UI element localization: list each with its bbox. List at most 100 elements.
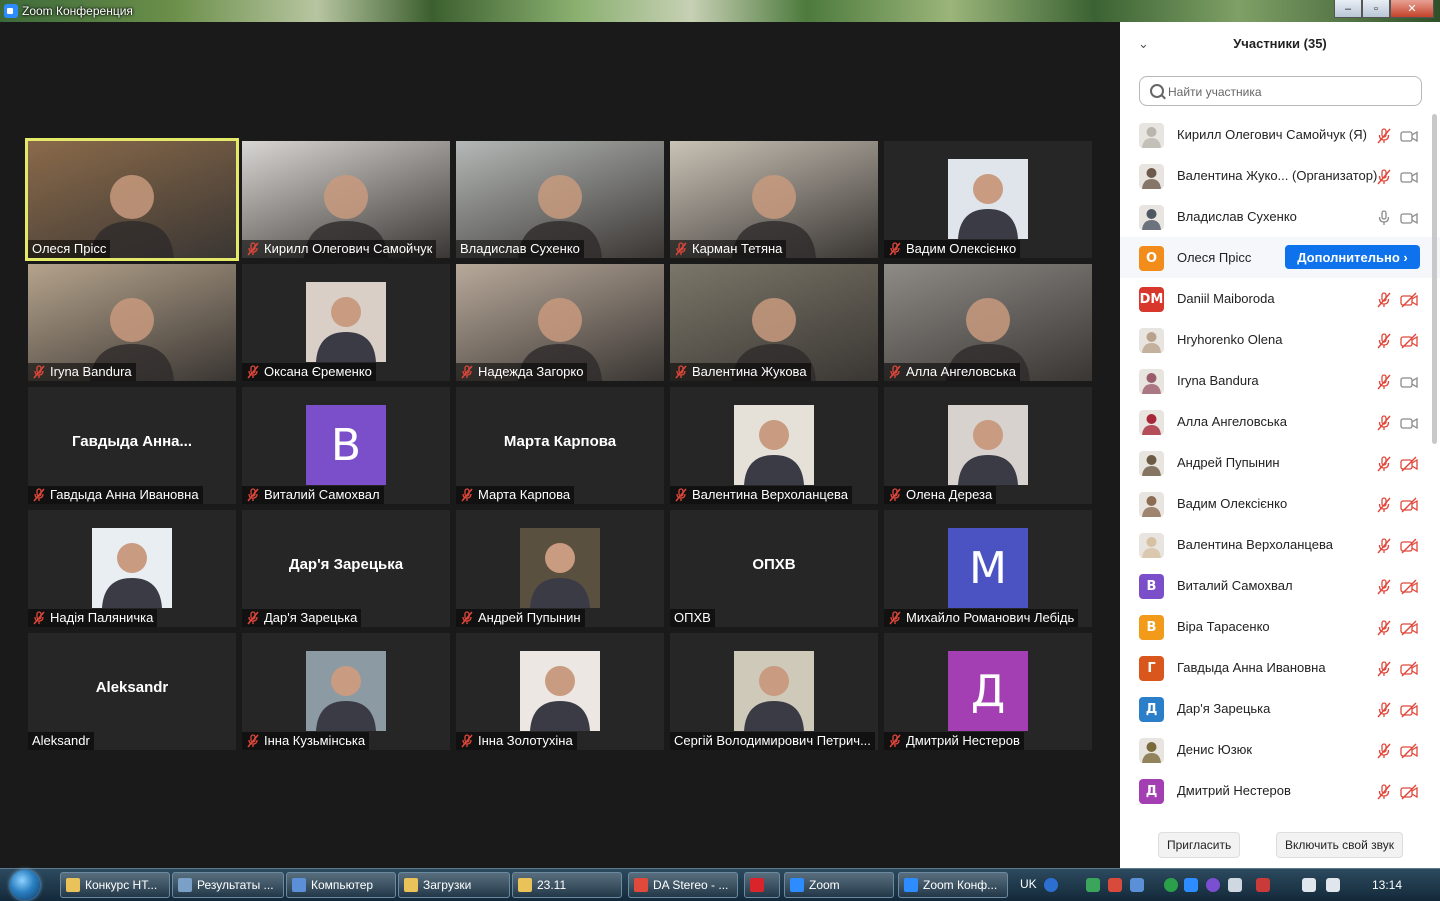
video-tile[interactable]: Вадим Олексієнко <box>884 141 1092 258</box>
video-tile[interactable]: Валентина Жукова <box>670 264 878 381</box>
participant-row[interactable]: Валентина Жуко... (Организатор) <box>1120 155 1440 196</box>
help-icon[interactable] <box>1044 878 1058 892</box>
video-tile[interactable]: Д Дмитрий Нестеров <box>884 633 1092 750</box>
network-icon[interactable] <box>1130 878 1144 892</box>
participant-row[interactable]: Д Дмитрий Нестеров <box>1120 770 1440 811</box>
muted-mic-icon[interactable] <box>1376 784 1392 800</box>
video-tile[interactable]: В Виталий Самохвал <box>242 387 450 504</box>
taskbar-item[interactable]: Zoom Конф... <box>898 872 1008 898</box>
search-input[interactable] <box>1166 81 1410 103</box>
camera-off-icon[interactable] <box>1400 456 1418 472</box>
participant-row[interactable]: Д Дар'я Зарецька <box>1120 688 1440 729</box>
camera-icon[interactable] <box>1400 169 1418 185</box>
video-tile[interactable]: Надія Паляничка <box>28 510 236 627</box>
language-indicator[interactable]: UK <box>1020 877 1037 891</box>
participant-row[interactable]: Hryhorenko Olena <box>1120 319 1440 360</box>
muted-mic-icon[interactable] <box>1376 292 1392 308</box>
video-tile[interactable]: Надежда Загорко <box>456 264 664 381</box>
camera-off-icon[interactable] <box>1400 538 1418 554</box>
camera-off-icon[interactable] <box>1400 292 1418 308</box>
camera-off-icon[interactable] <box>1400 497 1418 513</box>
display-icon[interactable] <box>1302 878 1316 892</box>
video-tile[interactable]: Карман Тетяна <box>670 141 878 258</box>
camera-off-icon[interactable] <box>1400 784 1418 800</box>
taskbar-item[interactable]: Загрузки <box>398 872 510 898</box>
viber-icon[interactable] <box>1206 878 1220 892</box>
video-tile[interactable]: Владислав Сухенко <box>456 141 664 258</box>
participant-row[interactable]: Владислав Сухенко <box>1120 196 1440 237</box>
muted-mic-icon[interactable] <box>1376 415 1392 431</box>
participant-row[interactable]: О Олеся Прісс Дополнительно › <box>1120 237 1440 278</box>
muted-mic-icon[interactable] <box>1376 169 1392 185</box>
more-options-button[interactable]: Дополнительно › <box>1285 245 1420 269</box>
camera-off-icon[interactable] <box>1400 661 1418 677</box>
taskbar-item[interactable]: DA Stereo - ... <box>628 872 738 898</box>
security-check-icon[interactable] <box>1164 878 1178 892</box>
invite-button[interactable]: Пригласить <box>1158 832 1241 858</box>
flag-icon[interactable] <box>1256 878 1270 892</box>
camera-off-icon[interactable] <box>1400 579 1418 595</box>
camera-icon[interactable] <box>1400 128 1418 144</box>
video-tile[interactable]: Оксана Єременко <box>242 264 450 381</box>
video-tile[interactable]: Дар'я Зарецька Дар'я Зарецька <box>242 510 450 627</box>
video-tile[interactable]: Гавдыда Анна... Гавдыда Анна Ивановна <box>28 387 236 504</box>
maximize-button[interactable]: ▫ <box>1362 0 1390 18</box>
video-tile[interactable]: Марта Карпова Марта Карпова <box>456 387 664 504</box>
video-tile[interactable]: М Михайло Романович Лебідь <box>884 510 1092 627</box>
muted-mic-icon[interactable] <box>1376 702 1392 718</box>
video-tile[interactable]: Валентина Верхоланцева <box>670 387 878 504</box>
camera-off-icon[interactable] <box>1400 743 1418 759</box>
camera-off-icon[interactable] <box>1400 333 1418 349</box>
muted-mic-icon[interactable] <box>1376 128 1392 144</box>
shield-icon[interactable] <box>1108 878 1122 892</box>
camera-icon[interactable] <box>1400 210 1418 226</box>
unmute-self-button[interactable]: Включить свой звук <box>1276 832 1403 858</box>
taskbar-item[interactable]: 23.11 <box>512 872 622 898</box>
taskbar-item[interactable]: Конкурс НТ... <box>60 872 170 898</box>
participant-row[interactable]: Вадим Олексієнко <box>1120 483 1440 524</box>
video-tile[interactable]: Олена Дереза <box>884 387 1092 504</box>
zoom-tray-icon[interactable] <box>1184 878 1198 892</box>
taskbar-item[interactable] <box>744 872 780 898</box>
camera-icon[interactable] <box>1400 415 1418 431</box>
participants-scrollbar[interactable] <box>1432 114 1437 444</box>
camera-off-icon[interactable] <box>1400 702 1418 718</box>
video-tile[interactable]: Aleksandr Aleksandr <box>28 633 236 750</box>
participant-row[interactable]: Iryna Bandura <box>1120 360 1440 401</box>
camera-icon[interactable] <box>1400 374 1418 390</box>
participant-row[interactable]: Валентина Верхоланцева <box>1120 524 1440 565</box>
participant-row[interactable]: DM Daniil Maiboroda <box>1120 278 1440 319</box>
muted-mic-icon[interactable] <box>1376 661 1392 677</box>
start-button[interactable] <box>6 869 46 901</box>
minimize-button[interactable]: ‒ <box>1334 0 1362 18</box>
muted-mic-icon[interactable] <box>1376 374 1392 390</box>
copy-icon[interactable] <box>1228 878 1242 892</box>
video-tile[interactable]: Інна Золотухіна <box>456 633 664 750</box>
muted-mic-icon[interactable] <box>1376 620 1392 636</box>
camera-off-icon[interactable] <box>1400 620 1418 636</box>
video-tile[interactable]: ОПХВ ОПХВ <box>670 510 878 627</box>
video-tile[interactable]: Сергій Володимирович Петрич... <box>670 633 878 750</box>
clock[interactable]: 13:14 <box>1372 878 1402 892</box>
muted-mic-icon[interactable] <box>1376 497 1392 513</box>
muted-mic-icon[interactable] <box>1376 743 1392 759</box>
participant-row[interactable]: В Віра Тарасенко <box>1120 606 1440 647</box>
muted-mic-icon[interactable] <box>1376 579 1392 595</box>
participant-row[interactable]: Андрей Пупынин <box>1120 442 1440 483</box>
taskbar-item[interactable]: Zoom <box>784 872 894 898</box>
video-tile[interactable]: Інна Кузьмінська <box>242 633 450 750</box>
participant-row[interactable]: Алла Ангеловська <box>1120 401 1440 442</box>
close-button[interactable]: ✕ <box>1390 0 1434 18</box>
drive-icon[interactable] <box>1086 878 1100 892</box>
taskbar-item[interactable]: Компьютер <box>286 872 396 898</box>
muted-mic-icon[interactable] <box>1376 333 1392 349</box>
taskbar-item[interactable]: Результаты ... <box>172 872 284 898</box>
participant-row[interactable]: Кирилл Олегович Самойчук (Я) <box>1120 114 1440 155</box>
video-tile[interactable]: Алла Ангеловська <box>884 264 1092 381</box>
participant-row[interactable]: Г Гавдыда Анна Ивановна <box>1120 647 1440 688</box>
volume-icon[interactable] <box>1326 878 1340 892</box>
video-tile[interactable]: Кирилл Олегович Самойчук <box>242 141 450 258</box>
video-tile[interactable]: Олеся Прісс <box>25 138 239 261</box>
video-tile[interactable]: Iryna Bandura <box>28 264 236 381</box>
mic-icon[interactable] <box>1376 210 1392 226</box>
